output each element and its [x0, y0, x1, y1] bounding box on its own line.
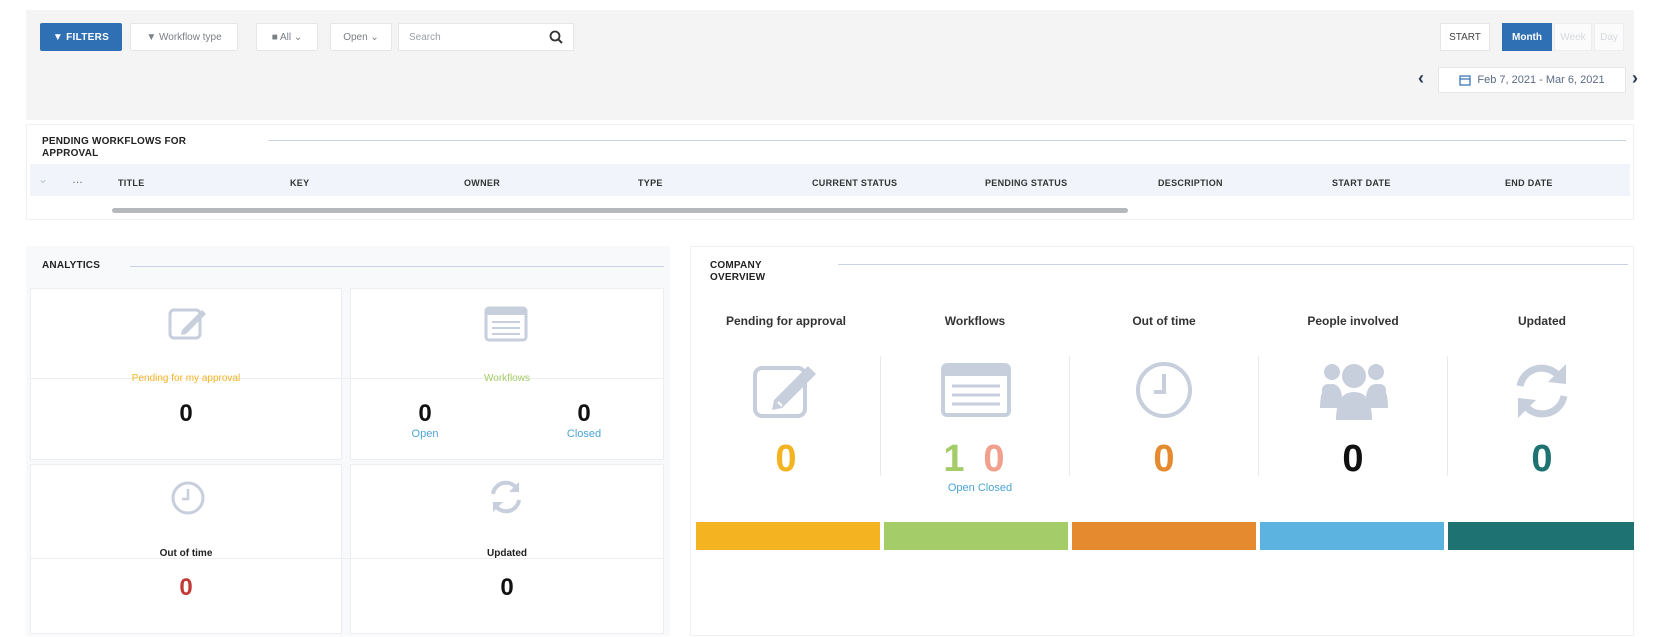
refresh-icon: [491, 480, 521, 514]
month-view-button[interactable]: Month: [1502, 23, 1552, 51]
column-type[interactable]: TYPE: [638, 178, 663, 188]
list-icon: [484, 306, 528, 342]
co-pending-value: 0: [775, 438, 797, 480]
column-key[interactable]: KEY: [290, 178, 309, 188]
co-updated-bar: [1448, 522, 1634, 550]
day-view-button[interactable]: Day: [1594, 23, 1624, 51]
co-people-bar: [1260, 522, 1444, 550]
column-description[interactable]: DESCRIPTION: [1158, 178, 1223, 188]
search-icon[interactable]: [549, 30, 563, 44]
refresh-icon: [1516, 364, 1568, 418]
people-icon: [1320, 364, 1388, 420]
co-out-of-time-value: 0: [1153, 438, 1175, 480]
co-divider: [880, 356, 881, 476]
analytics-out-of-time-label: Out of time: [159, 548, 213, 559]
co-divider: [1069, 356, 1070, 476]
pending-workflows-title: PENDING WORKFLOWS FOR APPROVAL: [42, 136, 186, 160]
search-placeholder: Search: [409, 31, 441, 43]
co-out-of-time-label: Out of time: [1132, 314, 1196, 328]
next-range-button[interactable]: ›: [1632, 68, 1638, 89]
co-people-label: People involved: [1307, 314, 1399, 328]
prev-range-button[interactable]: ‹: [1418, 68, 1424, 89]
co-people-value: 0: [1342, 438, 1364, 480]
column-start-date[interactable]: START DATE: [1332, 178, 1391, 188]
analytics-updated-label: Updated: [487, 548, 527, 559]
company-title-line2: OVERVIEW: [710, 272, 766, 283]
co-updated-label: Updated: [1518, 314, 1566, 328]
start-button[interactable]: START: [1440, 23, 1490, 51]
list-icon: [941, 363, 1011, 417]
co-pending-bar: [696, 522, 880, 550]
analytics-open-value: 0: [418, 400, 432, 427]
calendar-icon: [1459, 75, 1472, 86]
column-end-date[interactable]: END DATE: [1505, 178, 1553, 188]
analytics-title-rule: [130, 266, 664, 267]
co-workflows-bar: [884, 522, 1068, 550]
co-closed-link[interactable]: Closed: [978, 482, 1012, 494]
co-open-closed-links[interactable]: Open Closed: [930, 482, 1030, 494]
clock-icon: [1136, 362, 1192, 418]
co-closed-value: 0: [983, 438, 1005, 480]
co-workflows-label: Workflows: [944, 314, 1006, 328]
pending-title-line1: PENDING WORKFLOWS FOR: [42, 136, 187, 147]
company-title-rule: [838, 264, 1628, 265]
open-select[interactable]: Open ⌄: [330, 23, 392, 51]
week-view-button[interactable]: Week: [1554, 23, 1592, 51]
column-title[interactable]: TITLE: [118, 178, 145, 188]
column-current-status[interactable]: CURRENT STATUS: [812, 178, 897, 188]
analytics-workflows-label: Workflows: [484, 373, 530, 384]
company-overview-title: COMPANY OVERVIEW: [710, 260, 765, 284]
company-title-line1: COMPANY: [710, 260, 762, 271]
pending-title-line2: APPROVAL: [42, 148, 99, 159]
analytics-title: ANALYTICS: [42, 260, 101, 271]
column-pending-status[interactable]: PENDING STATUS: [985, 178, 1067, 188]
date-range-text: Feb 7, 2021 - Mar 6, 2021: [1477, 74, 1605, 86]
horizontal-scrollbar[interactable]: [112, 208, 1128, 213]
co-divider: [1447, 356, 1448, 476]
search-input[interactable]: Search: [398, 23, 574, 51]
row-options-icon[interactable]: …: [72, 174, 83, 186]
co-out-of-time-bar: [1072, 522, 1256, 550]
pending-title-rule: [268, 140, 1626, 141]
co-divider: [1258, 356, 1259, 476]
workflow-type-filter[interactable]: ▼ Workflow type: [130, 23, 238, 51]
all-select[interactable]: ■ All ⌄: [256, 23, 318, 51]
edit-icon: [753, 366, 816, 418]
analytics-updated-value: 0: [500, 574, 514, 601]
analytics-closed-link[interactable]: Closed: [554, 428, 614, 440]
co-updated-value: 0: [1531, 438, 1553, 480]
co-open-value: 1: [943, 438, 965, 480]
date-range-picker[interactable]: Feb 7, 2021 - Mar 6, 2021: [1438, 67, 1626, 93]
clock-icon: [171, 481, 205, 515]
analytics-out-of-time-value: 0: [179, 574, 193, 601]
filters-button[interactable]: ▼ FILTERS: [40, 23, 122, 51]
analytics-closed-value: 0: [577, 400, 591, 427]
chevron-down-icon[interactable]: ⌄: [38, 172, 48, 186]
analytics-pending-value: 0: [179, 400, 193, 427]
analytics-open-link[interactable]: Open: [395, 428, 455, 440]
column-owner[interactable]: OWNER: [464, 178, 500, 188]
co-open-link[interactable]: Open: [948, 482, 975, 494]
edit-icon: [168, 308, 206, 340]
co-pending-label: Pending for approval: [725, 314, 846, 328]
analytics-pending-label: Pending for my approval: [131, 373, 241, 384]
